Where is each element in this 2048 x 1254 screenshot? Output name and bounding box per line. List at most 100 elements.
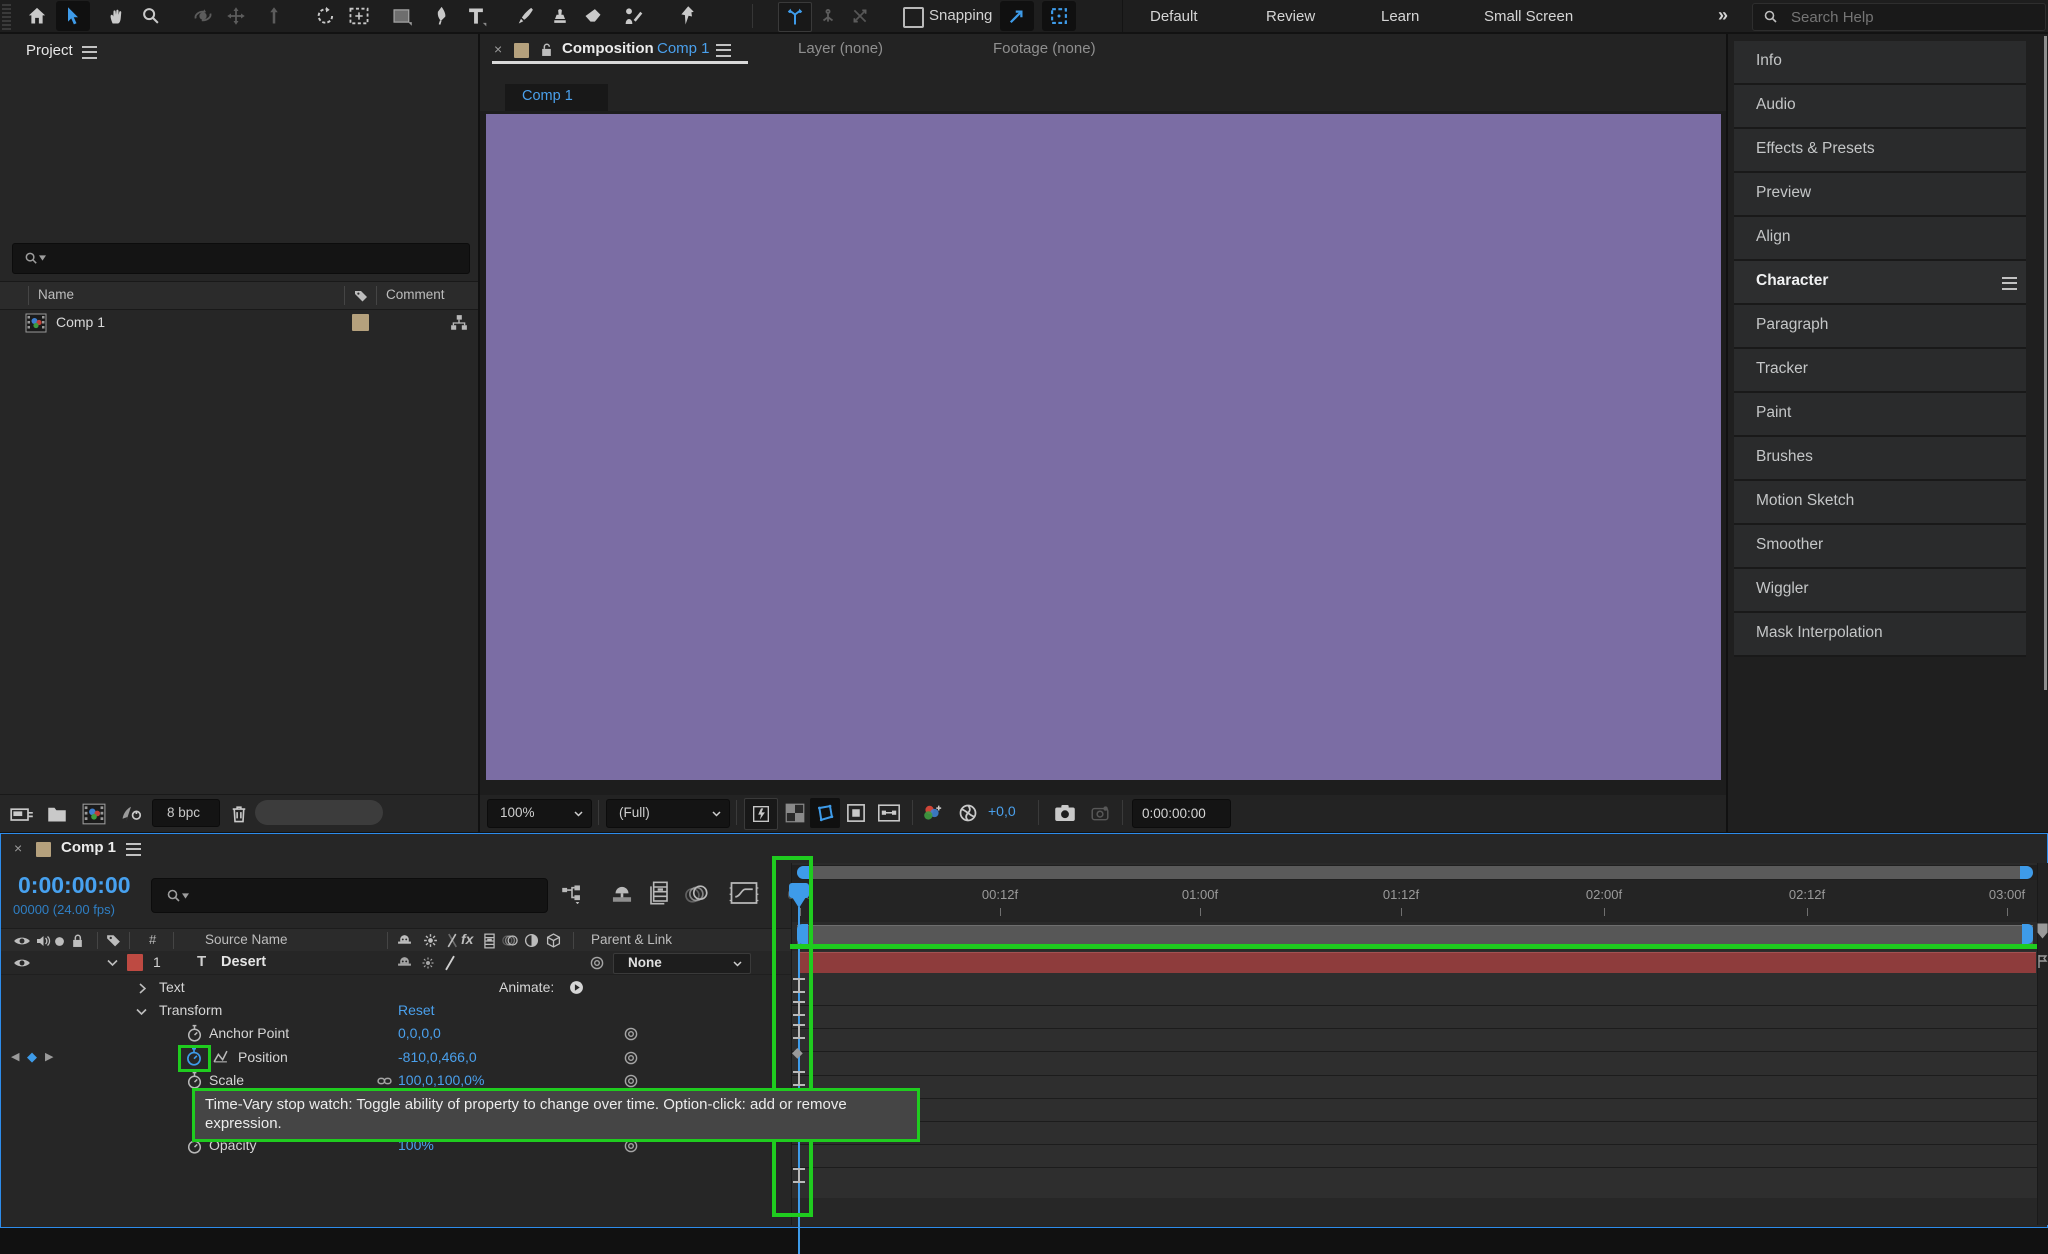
- comp-button-flag-icon[interactable]: [2037, 953, 2048, 969]
- work-area-bar[interactable]: [797, 925, 2033, 944]
- interpret-footage-icon[interactable]: [8, 802, 36, 826]
- show-snapshot-button[interactable]: [1086, 801, 1114, 825]
- character-panel-menu-icon[interactable]: [2002, 277, 2017, 290]
- layer-pick-whip-icon[interactable]: [587, 953, 607, 972]
- selection-tool[interactable]: [56, 1, 90, 31]
- composition-canvas[interactable]: [486, 114, 1721, 780]
- viewer-timecode[interactable]: 0:00:00:00: [1132, 799, 1231, 828]
- comp-viewer-tab[interactable]: Comp 1: [505, 84, 608, 111]
- timeline-tab-close[interactable]: ×: [14, 840, 22, 856]
- transform-reset-link[interactable]: Reset: [398, 1002, 435, 1018]
- next-keyframe-arrow[interactable]: ▶: [45, 1050, 53, 1063]
- brush-tool[interactable]: [511, 4, 539, 28]
- time-navigator-track[interactable]: [792, 865, 2038, 880]
- position-row[interactable]: ◀ ◆ ▶ Position -810,0,466,0: [1, 1045, 791, 1069]
- type-tool[interactable]: [462, 3, 490, 29]
- snapping-label[interactable]: Snapping: [929, 7, 992, 24]
- clone-stamp-tool[interactable]: [546, 4, 574, 28]
- anchor-point-row[interactable]: Anchor Point 0,0,0,0: [1, 1022, 791, 1045]
- help-search-input[interactable]: [1789, 4, 2038, 30]
- region-of-interest-button[interactable]: [843, 801, 869, 825]
- previous-keyframe-arrow[interactable]: ◀: [11, 1050, 19, 1063]
- source-name-column-label[interactable]: Source Name: [205, 932, 288, 947]
- composition-mini-flowchart-icon[interactable]: [557, 881, 587, 907]
- pan-camera-tool[interactable]: [222, 4, 250, 28]
- camera-marquee-tool[interactable]: [344, 4, 374, 28]
- workspace-tab-review[interactable]: Review: [1266, 8, 1315, 25]
- animate-menu-icon[interactable]: [567, 979, 585, 996]
- composition-tab-title[interactable]: Composition: [562, 40, 654, 57]
- trash-icon[interactable]: [226, 801, 252, 827]
- flowchart-icon[interactable]: [448, 313, 470, 333]
- current-timecode[interactable]: 0:00:00:00: [18, 872, 131, 899]
- parent-link-column-label[interactable]: Parent & Link: [591, 932, 672, 947]
- zoom-tool[interactable]: [137, 4, 165, 28]
- time-navigator-bar[interactable]: [797, 866, 2033, 879]
- mask-visibility-button[interactable]: [810, 798, 840, 828]
- roto-brush-tool[interactable]: [618, 3, 648, 29]
- position-keyframe-diamond[interactable]: ◆: [792, 1044, 803, 1061]
- parent-dropdown[interactable]: None: [613, 953, 751, 974]
- work-area-end-handle[interactable]: [2022, 924, 2033, 944]
- timeline-tab-label-swatch[interactable]: [36, 842, 51, 857]
- project-item-label-swatch[interactable]: [352, 314, 369, 331]
- text-group-label[interactable]: Text: [159, 979, 185, 995]
- project-panel-menu-icon[interactable]: [82, 46, 97, 59]
- layer-expand-arrow[interactable]: [105, 958, 119, 968]
- pick-whip-icon[interactable]: [621, 1024, 641, 1043]
- project-footer-scrollbar[interactable]: [255, 800, 383, 825]
- pick-whip-icon[interactable]: [621, 1048, 641, 1067]
- composition-tab-comp-name[interactable]: Comp 1: [657, 40, 710, 57]
- transform-group-label[interactable]: Transform: [159, 1002, 222, 1018]
- project-settings-icon[interactable]: [116, 802, 146, 826]
- timeline-search-box[interactable]: [151, 878, 548, 913]
- dolly-camera-tool[interactable]: [260, 4, 288, 28]
- view-axis-mode[interactable]: [846, 4, 874, 28]
- mini-flowchart-button[interactable]: [873, 800, 905, 826]
- anchor-point-label[interactable]: Anchor Point: [209, 1025, 289, 1041]
- footage-tab[interactable]: Footage (none): [993, 40, 1096, 57]
- snapshot-button[interactable]: [1050, 800, 1080, 826]
- project-panel-tab[interactable]: Project: [26, 42, 73, 59]
- keyframe-toggle-diamond[interactable]: ◆: [27, 1049, 37, 1065]
- anchor-point-value[interactable]: 0,0,0,0: [398, 1025, 441, 1041]
- project-comment-column[interactable]: Comment: [386, 287, 445, 302]
- bit-depth-button[interactable]: 8 bpc: [152, 799, 220, 827]
- project-name-column[interactable]: Name: [38, 287, 74, 302]
- workspace-tab-small-screen[interactable]: Small Screen: [1484, 8, 1573, 25]
- fast-previews-button[interactable]: [744, 798, 778, 830]
- zoom-level-dropdown[interactable]: 100%: [487, 799, 592, 828]
- position-label[interactable]: Position: [238, 1049, 288, 1065]
- project-item-row[interactable]: Comp 1: [0, 309, 478, 337]
- sidebar-item-info[interactable]: Info: [1734, 41, 2026, 85]
- expand-down-arrow[interactable]: [134, 1007, 148, 1017]
- layer-row[interactable]: 1 T Desert None: [1, 951, 791, 975]
- sidebar-item-tracker[interactable]: Tracker: [1734, 349, 2026, 393]
- hand-tool[interactable]: [102, 4, 130, 28]
- rectangle-tool[interactable]: [387, 4, 417, 28]
- sidebar-item-smoother[interactable]: Smoother: [1734, 525, 2026, 569]
- sidebar-item-motion-sketch[interactable]: Motion Sketch: [1734, 481, 2026, 525]
- scale-label[interactable]: Scale: [209, 1072, 244, 1088]
- sidebar-item-effects-presets[interactable]: Effects & Presets: [1734, 129, 2026, 173]
- time-ruler[interactable]: 0:0000:12f01:00f01:12f02:00f02:12f03:00f: [792, 880, 2038, 923]
- exposure-offset-value[interactable]: +0,0: [988, 803, 1016, 819]
- transform-group-row[interactable]: Transform Reset: [1, 999, 791, 1022]
- draft-3d-icon[interactable]: [605, 881, 639, 907]
- local-axis-mode[interactable]: [778, 2, 812, 32]
- sidebar-scrollbar[interactable]: [2044, 36, 2047, 690]
- workspace-tab-learn[interactable]: Learn: [1381, 8, 1419, 25]
- orbit-camera-tool[interactable]: [188, 4, 218, 28]
- help-search-box[interactable]: [1752, 3, 2046, 31]
- timeline-panel-menu-icon[interactable]: [126, 843, 141, 856]
- sidebar-item-paint[interactable]: Paint: [1734, 393, 2026, 437]
- puppet-pin-tool[interactable]: [672, 3, 702, 29]
- sidebar-item-character[interactable]: Character: [1734, 261, 2026, 305]
- layer-name[interactable]: Desert: [221, 954, 266, 970]
- home-button[interactable]: [24, 4, 50, 28]
- sidebar-item-wiggler[interactable]: Wiggler: [1734, 569, 2026, 613]
- constrain-proportions-link-icon[interactable]: [375, 1073, 393, 1088]
- layer-tab[interactable]: Layer (none): [798, 40, 883, 57]
- frame-blending-icon[interactable]: [645, 879, 673, 907]
- layer-shy-switch[interactable]: [395, 954, 413, 971]
